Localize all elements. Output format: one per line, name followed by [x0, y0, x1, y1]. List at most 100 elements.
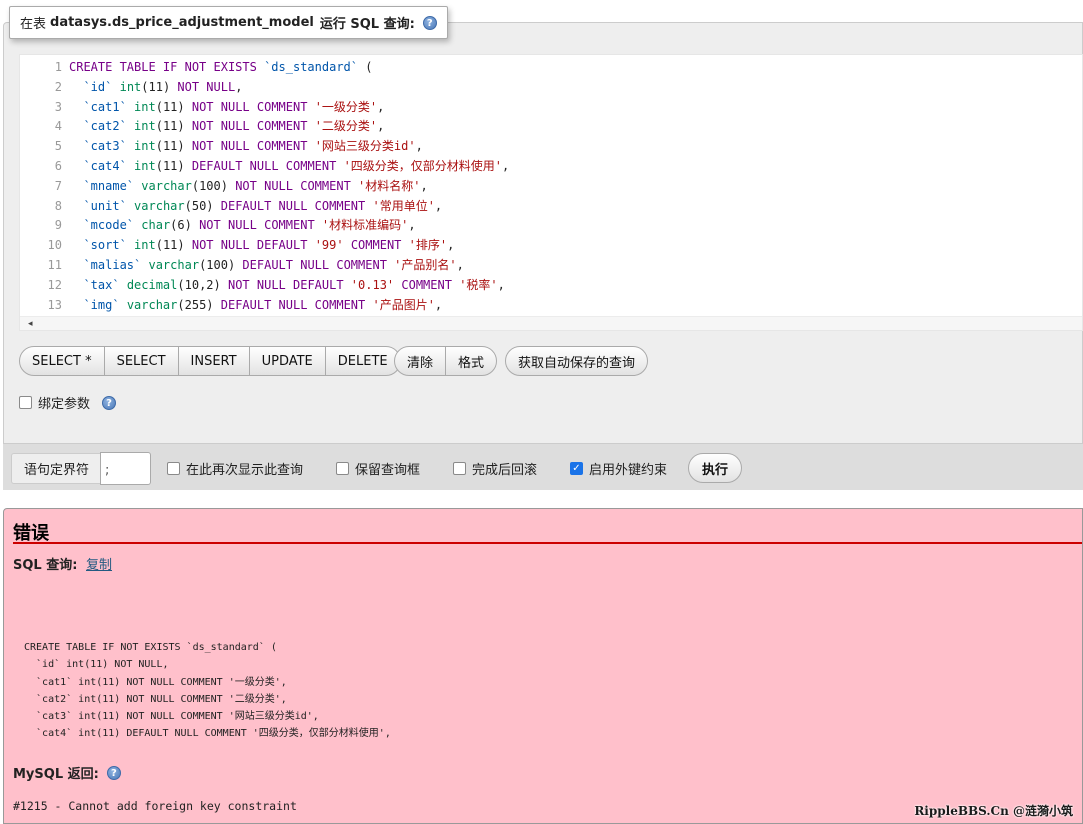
help-icon[interactable]: ?: [106, 765, 121, 780]
code-token: '排序': [408, 238, 448, 253]
code-token: ,: [420, 178, 428, 193]
code-token: (6): [170, 218, 200, 233]
enable-foreign-keys-checkbox[interactable]: ✓: [570, 462, 583, 475]
bind-parameters-checkbox[interactable]: [19, 396, 32, 409]
code-token: `cat4`: [83, 158, 127, 173]
clear-button[interactable]: 清除: [395, 347, 445, 375]
code-token: varchar: [134, 198, 185, 213]
line-code: CREATE TABLE IF NOT EXISTS `ds_standard`…: [69, 58, 372, 78]
code-token: (11): [141, 79, 178, 94]
select-star-button[interactable]: SELECT *: [20, 347, 104, 375]
code-token: NOT NULL: [177, 79, 236, 94]
line-number: 6: [54, 158, 62, 173]
code-line[interactable]: 8 `unit` varchar(50) DEFAULT NULL COMMEN…: [20, 197, 1082, 217]
code-token: `sort`: [83, 238, 127, 253]
error-query-line: `id` int(11) NOT NULL,: [24, 659, 169, 671]
line-number: 8: [54, 198, 62, 213]
execute-button[interactable]: 执行: [688, 453, 743, 483]
code-token: '产品图片': [372, 297, 435, 312]
code-token: int: [134, 119, 156, 134]
copy-link[interactable]: 复制: [86, 554, 112, 573]
code-token: int: [119, 79, 142, 94]
code-token: ,: [502, 158, 510, 173]
help-icon[interactable]: ?: [102, 395, 117, 410]
code-token: NOT NULL DEFAULT: [191, 238, 315, 253]
code-token: '一级分类': [314, 99, 378, 114]
code-token: `cat1`: [83, 99, 127, 114]
code-token: varchar: [141, 178, 192, 193]
rollback-when-done-checkbox[interactable]: [453, 462, 466, 475]
select-button[interactable]: SELECT: [103, 347, 178, 375]
delimiter-label: 语句定界符: [11, 453, 101, 484]
line-code: `cat4` int(11) DEFAULT NULL COMMENT '四级分…: [69, 157, 509, 177]
enable-foreign-keys-option[interactable]: ✓ 启用外键约束: [570, 459, 667, 478]
code-line[interactable]: 9 `mcode` char(6) NOT NULL COMMENT '材料标准…: [20, 216, 1082, 236]
keep-query-box-checkbox[interactable]: [336, 462, 349, 475]
code-token: ,: [408, 218, 416, 233]
code-line[interactable]: 3 `cat1` int(11) NOT NULL COMMENT '一级分类'…: [20, 98, 1082, 118]
code-line[interactable]: 1 CREATE TABLE IF NOT EXISTS `ds_standard…: [20, 58, 1082, 78]
code-line[interactable]: 12 `tax` decimal(10,2) NOT NULL DEFAULT …: [20, 276, 1082, 296]
scroll-left-arrow-icon[interactable]: ◂: [28, 319, 33, 329]
code-line[interactable]: 11 `malias` varchar(100) DEFAULT NULL CO…: [20, 256, 1082, 276]
code-token: NOT NULL COMMENT: [191, 119, 315, 134]
watermark: RippleBBS.Cn @涟漪小筑: [914, 804, 1073, 818]
code-line[interactable]: 10 `sort` int(11) NOT NULL DEFAULT '99' …: [20, 236, 1082, 256]
code-line[interactable]: 5 `cat3` int(11) NOT NULL COMMENT '网站三级分…: [20, 137, 1082, 157]
code-line[interactable]: 13 `img` varchar(255) DEFAULT NULL COMME…: [20, 296, 1082, 316]
update-button[interactable]: UPDATE: [248, 347, 325, 375]
insert-button[interactable]: INSERT: [177, 347, 249, 375]
delimiter-input[interactable]: ;: [100, 452, 151, 485]
code-token: (255): [177, 297, 221, 312]
code-token: (50): [184, 198, 221, 213]
code-token: '99': [314, 238, 344, 253]
line-code: `img` varchar(255) DEFAULT NULL COMMENT …: [69, 296, 442, 316]
delete-button[interactable]: DELETE: [324, 347, 400, 375]
rollback-when-done-option[interactable]: 完成后回滚: [453, 459, 537, 478]
keep-query-box-option[interactable]: 保留查询框: [336, 459, 420, 478]
code-token: '常用单位': [372, 198, 435, 213]
legend-suffix: 运行 SQL 查询:: [319, 17, 415, 32]
line-code: `sort` int(11) NOT NULL DEFAULT '99' COM…: [69, 236, 454, 256]
format-button[interactable]: 格式: [445, 347, 496, 375]
show-query-again-option[interactable]: 在此再次显示此查询: [167, 459, 303, 478]
editor-action-buttons: 清除 格式: [394, 346, 498, 376]
horizontal-scrollbar[interactable]: ◂: [20, 316, 1082, 330]
code-token: DEFAULT NULL COMMENT: [220, 297, 373, 312]
line-number: 7: [54, 178, 62, 193]
code-token: ,: [415, 139, 423, 154]
error-query-line: `cat4` int(11) DEFAULT NULL COMMENT '四级分…: [24, 728, 391, 740]
help-icon[interactable]: ?: [422, 15, 437, 30]
show-query-again-checkbox[interactable]: [167, 462, 180, 475]
code-token: ,: [377, 99, 385, 114]
code-token: NOT NULL COMMENT: [191, 99, 315, 114]
code-line[interactable]: 7 `mname` varchar(100) NOT NULL COMMENT …: [20, 177, 1082, 197]
code-token: ,: [235, 79, 243, 94]
code-token: DEFAULT NULL COMMENT: [220, 198, 373, 213]
legend-table-name[interactable]: datasys.ds_price_adjustment_model: [50, 15, 314, 30]
line-code: `mcode` char(6) NOT NULL COMMENT '材料标准编码…: [69, 216, 416, 236]
line-number: 5: [54, 139, 62, 154]
code-token: NOT NULL COMMENT: [199, 218, 322, 233]
get-autosaved-query-button[interactable]: 获取自动保存的查询: [505, 346, 649, 376]
code-token: `mcode`: [83, 218, 135, 233]
line-code: `malias` varchar(100) DEFAULT NULL COMME…: [69, 256, 463, 276]
code-token: `img`: [83, 297, 120, 312]
line-code: `unit` varchar(50) DEFAULT NULL COMMENT …: [69, 197, 442, 217]
code-line[interactable]: 4 `cat2` int(11) NOT NULL COMMENT '二级分类'…: [20, 117, 1082, 137]
line-code: `cat1` int(11) NOT NULL COMMENT '一级分类',: [69, 98, 384, 118]
sql-editor[interactable]: 1 CREATE TABLE IF NOT EXISTS `ds_standard…: [19, 54, 1083, 331]
code-line[interactable]: 2 `id` int(11) NOT NULL,: [20, 78, 1082, 98]
code-line[interactable]: 6 `cat4` int(11) DEFAULT NULL COMMENT '四…: [20, 157, 1082, 177]
